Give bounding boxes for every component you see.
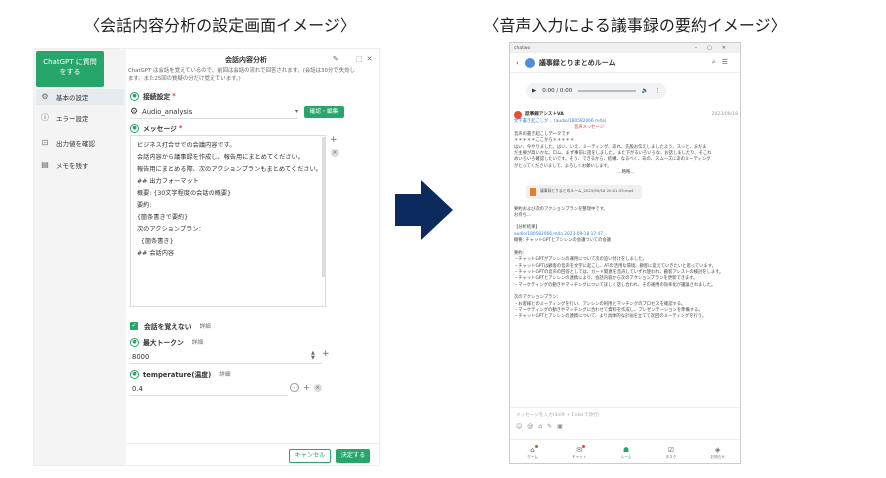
sidebar-item-label: エラー設定 bbox=[56, 115, 89, 123]
search-icon[interactable]: ⌕☰ bbox=[712, 58, 734, 67]
tab-notice[interactable]: ◈ お知らせ bbox=[711, 446, 725, 460]
settings-title: 会話内容分析 bbox=[225, 56, 267, 64]
file-attachment[interactable]: 議事録とりまとめルーム_2023/09/18 20:01:33.mp4 bbox=[526, 184, 642, 199]
message-sender: 話事録アシストVA 2023/09/18 bbox=[514, 111, 738, 119]
openai-icon: ⚙ bbox=[130, 106, 139, 117]
add-icon[interactable]: + bbox=[303, 383, 310, 392]
left-caption: 〈会話内容分析の設定画面イメージ〉 bbox=[84, 16, 356, 35]
message-scrollbar[interactable] bbox=[322, 137, 325, 277]
forget-row[interactable]: ✓ 会話を覚えない 詳細 bbox=[130, 321, 211, 331]
step-icon: ● bbox=[130, 337, 139, 347]
window-titlebar: chatwo –▢✕ bbox=[510, 43, 740, 53]
clear-icon[interactable]: × bbox=[331, 149, 339, 157]
attach-icon[interactable]: ☺@⌂✎▣ bbox=[516, 423, 568, 430]
step-icon: ● bbox=[130, 91, 139, 101]
gear-icon: ⚙ bbox=[41, 92, 49, 101]
more-icon[interactable]: … bbox=[290, 383, 299, 392]
bottom-nav: ⌂ ホーム ✉ チャット ☗ ルーム ☑ タスク ◈ お知らせ bbox=[510, 439, 740, 463]
play-icon[interactable]: ▶ bbox=[532, 88, 536, 94]
file-icon bbox=[530, 187, 536, 196]
max-tokens-label: ● 最大トークン 詳細 bbox=[130, 337, 203, 347]
sidebar-item-label: 出力値を確認 bbox=[56, 140, 95, 148]
audio-player[interactable]: ▶ 0:00 / 0:00 🔈 ⋮ bbox=[526, 83, 666, 99]
chevron-down-icon: ▾ bbox=[294, 108, 298, 115]
detail-link[interactable]: 詳細 bbox=[200, 322, 211, 330]
settings-panel: ChatGPT に質問をする ⚙ 基本の設定 ⓘ エラー設定 ⊡ 出力値を確認 … bbox=[33, 48, 381, 466]
more-icon[interactable]: ⋮ bbox=[655, 88, 661, 94]
sidebar-item-output[interactable]: ⊡ 出力値を確認 bbox=[36, 135, 124, 151]
task-icon: ☑ bbox=[667, 445, 675, 454]
tab-room[interactable]: ☗ ルーム bbox=[621, 446, 632, 460]
clear-icon[interactable]: × bbox=[313, 383, 322, 392]
temperature-input[interactable]: 0.4 bbox=[130, 382, 288, 396]
sidebar-item-label: 基本の設定 bbox=[56, 94, 89, 102]
max-tokens-input[interactable]: 8000 bbox=[130, 350, 322, 364]
chat-icon: ✉ bbox=[576, 444, 586, 455]
confirm-edit-button[interactable]: 確認・編集 bbox=[304, 106, 344, 118]
detail-link[interactable]: 詳細 bbox=[219, 370, 230, 378]
step-icon: ● bbox=[130, 369, 139, 379]
close-icon[interactable]: ⬚✕ bbox=[356, 55, 376, 63]
cancel-button[interactable]: キャンセル bbox=[289, 449, 331, 463]
audio-progress[interactable] bbox=[578, 90, 636, 92]
back-icon[interactable]: ‹ bbox=[516, 59, 519, 67]
chat-header: ‹ 議事録とりまとめルーム ⌕☰ bbox=[510, 53, 740, 73]
forget-checkbox[interactable]: ✓ bbox=[130, 322, 138, 330]
add-icon[interactable]: + bbox=[330, 135, 338, 145]
temperature-actions: … + × bbox=[290, 383, 322, 392]
sidebar-item-label: メモを残す bbox=[56, 162, 89, 170]
sidebar-item-basic[interactable]: ⚙ 基本の設定 bbox=[36, 89, 124, 105]
connection-label: ● 接続設定 * bbox=[130, 91, 176, 101]
room-title: 議事録とりまとめルーム bbox=[538, 58, 616, 67]
tag-icon: ◈ bbox=[715, 445, 721, 454]
temperature-label: ● temperature(温度) 詳細 bbox=[130, 369, 230, 379]
sidebar-item-memo[interactable]: ▤ メモを残す bbox=[36, 157, 124, 173]
tab-home[interactable]: ⌂ ホーム bbox=[527, 444, 538, 460]
footer-divider bbox=[126, 443, 381, 444]
info-icon: ⓘ bbox=[41, 113, 49, 122]
sidebar: ChatGPT に質問をする ⚙ 基本の設定 ⓘ エラー設定 ⊡ 出力値を確認 … bbox=[34, 49, 126, 465]
volume-icon[interactable]: 🔈 bbox=[642, 88, 649, 94]
connection-select[interactable]: ⚙ Audio_analysis ▾ bbox=[130, 105, 298, 119]
people-icon: ☗ bbox=[622, 445, 630, 454]
add-icon[interactable]: + bbox=[322, 349, 330, 359]
chat-window: chatwo –▢✕ ‹ 議事録とりまとめルーム ⌕☰ ▶ 0:00 / 0:0… bbox=[509, 42, 741, 464]
tab-task[interactable]: ☑ タスク bbox=[666, 446, 677, 460]
chat-messages: 話事録アシストVA 2023/09/18 文字書き起こしが… (audio/18… bbox=[514, 111, 738, 320]
room-avatar bbox=[524, 57, 535, 68]
chatgpt-ask-button[interactable]: ChatGPT に質問をする bbox=[36, 51, 104, 87]
step-icon: ● bbox=[130, 123, 139, 133]
message-textarea[interactable]: ビジネス打合せでの会議内容です。 会話内容から議事録を作成し、報告用にまとめてく… bbox=[130, 135, 326, 307]
edit-icon[interactable]: ✎ bbox=[333, 55, 339, 63]
detail-link[interactable]: 詳細 bbox=[192, 338, 203, 346]
window-title: chatwo bbox=[514, 45, 531, 51]
avatar bbox=[514, 111, 522, 119]
window-controls[interactable]: –▢✕ bbox=[695, 45, 736, 51]
stepper-icon[interactable]: ▲ ▼ bbox=[311, 351, 315, 361]
memo-icon: ▤ bbox=[41, 160, 49, 169]
message-label: ● メッセージ * bbox=[130, 123, 182, 133]
settings-main: 会話内容分析 ✎ ⬚✕ ChatGPT は会話を覚えているので、前回は会話の流れ… bbox=[126, 49, 381, 465]
right-arrow-icon bbox=[395, 180, 453, 240]
sidebar-item-error[interactable]: ⓘ エラー設定 bbox=[36, 110, 124, 126]
settings-note: ChatGPT は会話を覚えているので、前回は会話の流れで回答されます。(会話は… bbox=[128, 68, 355, 82]
right-caption: 〈音声入力による議事録の要約イメージ〉 bbox=[483, 16, 787, 35]
ok-button[interactable]: 決定する bbox=[336, 449, 370, 463]
output-icon: ⊡ bbox=[41, 138, 49, 147]
tab-chat[interactable]: ✉ チャット bbox=[572, 444, 586, 460]
home-icon: ⌂ bbox=[530, 444, 538, 455]
